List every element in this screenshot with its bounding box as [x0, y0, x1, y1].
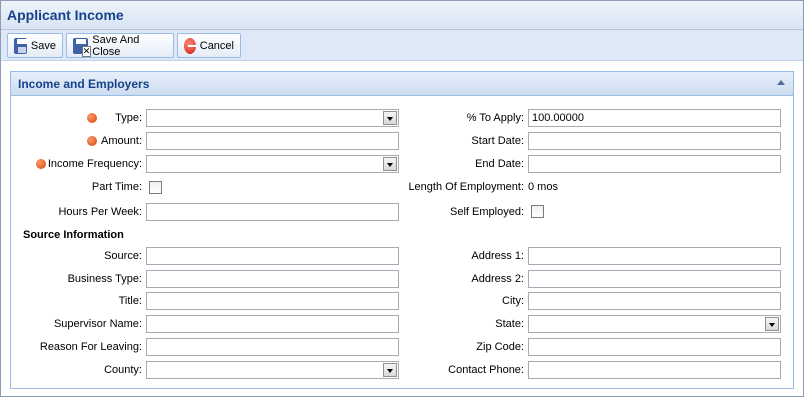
percent-to-apply-input[interactable]: [528, 109, 781, 127]
contact-phone-input[interactable]: [528, 361, 781, 379]
collapse-arrow-icon[interactable]: [777, 80, 785, 85]
income-frequency-select[interactable]: [146, 155, 399, 173]
title-label: Title:: [118, 295, 142, 307]
city-label: City:: [502, 295, 524, 307]
cancel-icon: [184, 37, 196, 54]
state-select[interactable]: [528, 315, 781, 333]
supervisor-name-label: Supervisor Name:: [53, 318, 142, 330]
part-time-checkbox[interactable]: [149, 181, 162, 194]
type-label: Type:: [115, 112, 142, 124]
start-date-input[interactable]: [528, 132, 781, 150]
chevron-down-icon[interactable]: [383, 111, 397, 125]
window-titlebar: Applicant Income: [1, 1, 803, 30]
cancel-button[interactable]: Cancel: [177, 33, 241, 58]
source-label: Source:: [104, 250, 142, 262]
city-input[interactable]: [528, 292, 781, 310]
address-1-input[interactable]: [528, 247, 781, 265]
business-type-label: Business Type:: [67, 273, 142, 285]
zip-code-label: Zip Code:: [476, 341, 524, 353]
address-1-label: Address 1:: [471, 250, 524, 262]
save-button-label: Save: [30, 39, 56, 52]
chevron-down-icon[interactable]: [383, 363, 397, 377]
contact-phone-label: Contact Phone:: [448, 364, 524, 376]
length-of-employment-value: 0 mos: [528, 181, 558, 193]
window-title: Applicant Income: [7, 7, 124, 23]
reason-for-leaving-label: Reason For Leaving:: [39, 341, 142, 353]
percent-to-apply-label: % To Apply:: [466, 112, 524, 124]
address-2-label: Address 2:: [471, 273, 524, 285]
hours-per-week-label: Hours Per Week:: [58, 206, 142, 218]
save-and-close-button-label: Save And Close: [92, 33, 140, 58]
toolbar: Save Save And Close Cancel: [1, 30, 803, 61]
income-frequency-label: Income Frequency:: [47, 158, 142, 170]
supervisor-name-input[interactable]: [146, 315, 399, 333]
chevron-down-icon[interactable]: [765, 317, 779, 331]
save-button[interactable]: Save: [7, 33, 63, 58]
hours-per-week-input[interactable]: [146, 203, 399, 221]
self-employed-label: Self Employed:: [450, 206, 524, 218]
cancel-button-label: Cancel: [199, 39, 234, 52]
zip-code-input[interactable]: [528, 338, 781, 356]
panel-title: Income and Employers: [18, 77, 150, 91]
chevron-down-icon[interactable]: [383, 157, 397, 171]
address-2-input[interactable]: [528, 270, 781, 288]
amount-label: Amount:: [101, 135, 142, 147]
part-time-label: Part Time:: [91, 181, 142, 193]
amount-input[interactable]: [146, 132, 399, 150]
save-icon: [14, 37, 27, 54]
applicant-income-window: Applicant Income Save Save And Close Can…: [0, 0, 804, 397]
panel-header: Income and Employers: [11, 72, 793, 96]
start-date-label: Start Date:: [471, 135, 524, 147]
end-date-label: End Date:: [475, 158, 524, 170]
source-input[interactable]: [146, 247, 399, 265]
self-employed-checkbox[interactable]: [531, 205, 544, 218]
state-label: State:: [495, 318, 524, 330]
county-select[interactable]: [146, 361, 399, 379]
county-label: County:: [104, 364, 142, 376]
save-and-close-button[interactable]: Save And Close: [66, 33, 174, 58]
save-and-close-icon: [73, 37, 92, 57]
length-of-employment-label: Length Of Employment:: [408, 181, 524, 193]
source-information-heading: Source Information: [23, 229, 124, 241]
end-date-input[interactable]: [528, 155, 781, 173]
reason-for-leaving-input[interactable]: [146, 338, 399, 356]
title-input[interactable]: [146, 292, 399, 310]
business-type-input[interactable]: [146, 270, 399, 288]
type-select[interactable]: [146, 109, 399, 127]
